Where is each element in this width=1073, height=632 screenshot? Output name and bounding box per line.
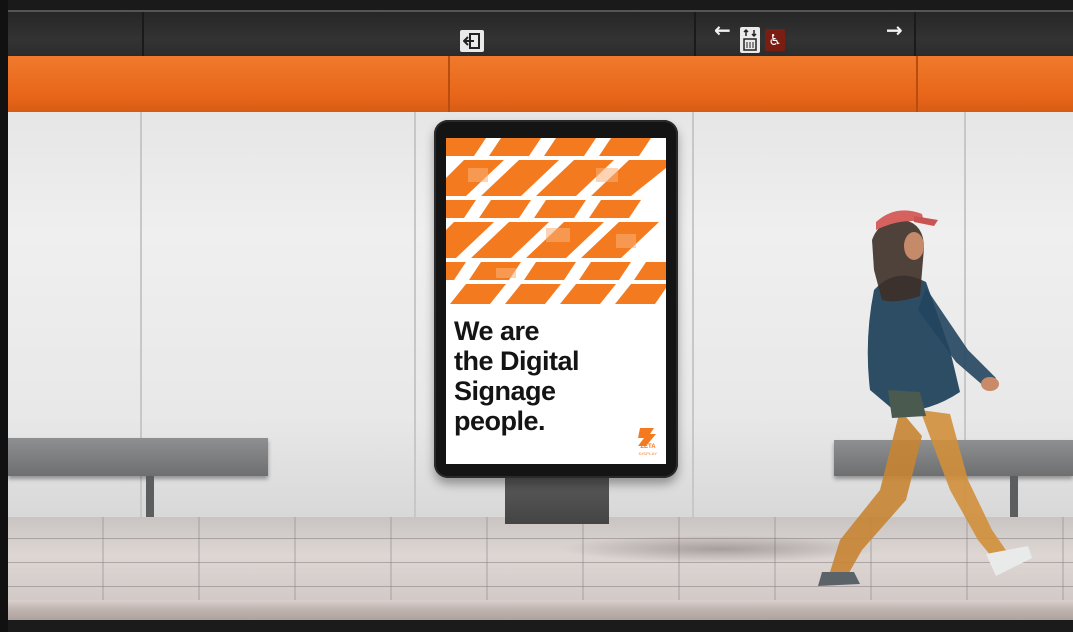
left-arrow-icon: ← bbox=[714, 18, 731, 42]
signage-stand bbox=[505, 478, 609, 524]
sign-band-seam bbox=[142, 12, 144, 58]
logo-wordmark: ZETA bbox=[640, 444, 656, 450]
track-gap bbox=[0, 620, 1073, 632]
sign-band-seam bbox=[694, 12, 696, 58]
zeta-z-pattern bbox=[446, 138, 666, 308]
exit-door-icon bbox=[460, 30, 484, 52]
subway-platform-scene: ← ♿ → We are the Digital Signage people.… bbox=[0, 0, 1073, 632]
bench-left bbox=[8, 438, 268, 476]
logo-subtitle: DISPLAY bbox=[638, 451, 658, 456]
signage-poster: We are the Digital Signage people. ZETA … bbox=[446, 138, 666, 464]
orange-wall-band bbox=[8, 56, 1073, 112]
image-border bbox=[0, 0, 8, 632]
wall-panel-seam bbox=[414, 112, 416, 517]
poster-headline: We are the Digital Signage people. bbox=[454, 316, 580, 436]
right-arrow-icon: → bbox=[886, 18, 903, 42]
wall-panel-seam bbox=[692, 112, 694, 517]
walking-person bbox=[818, 210, 1032, 586]
wheelchair-icon: ♿ bbox=[765, 29, 785, 51]
lift-icon bbox=[740, 27, 760, 53]
sign-band-seam bbox=[914, 12, 916, 58]
orange-band-seam bbox=[448, 56, 450, 112]
orange-band-seam bbox=[916, 56, 918, 112]
station-sign-band bbox=[8, 10, 1073, 58]
